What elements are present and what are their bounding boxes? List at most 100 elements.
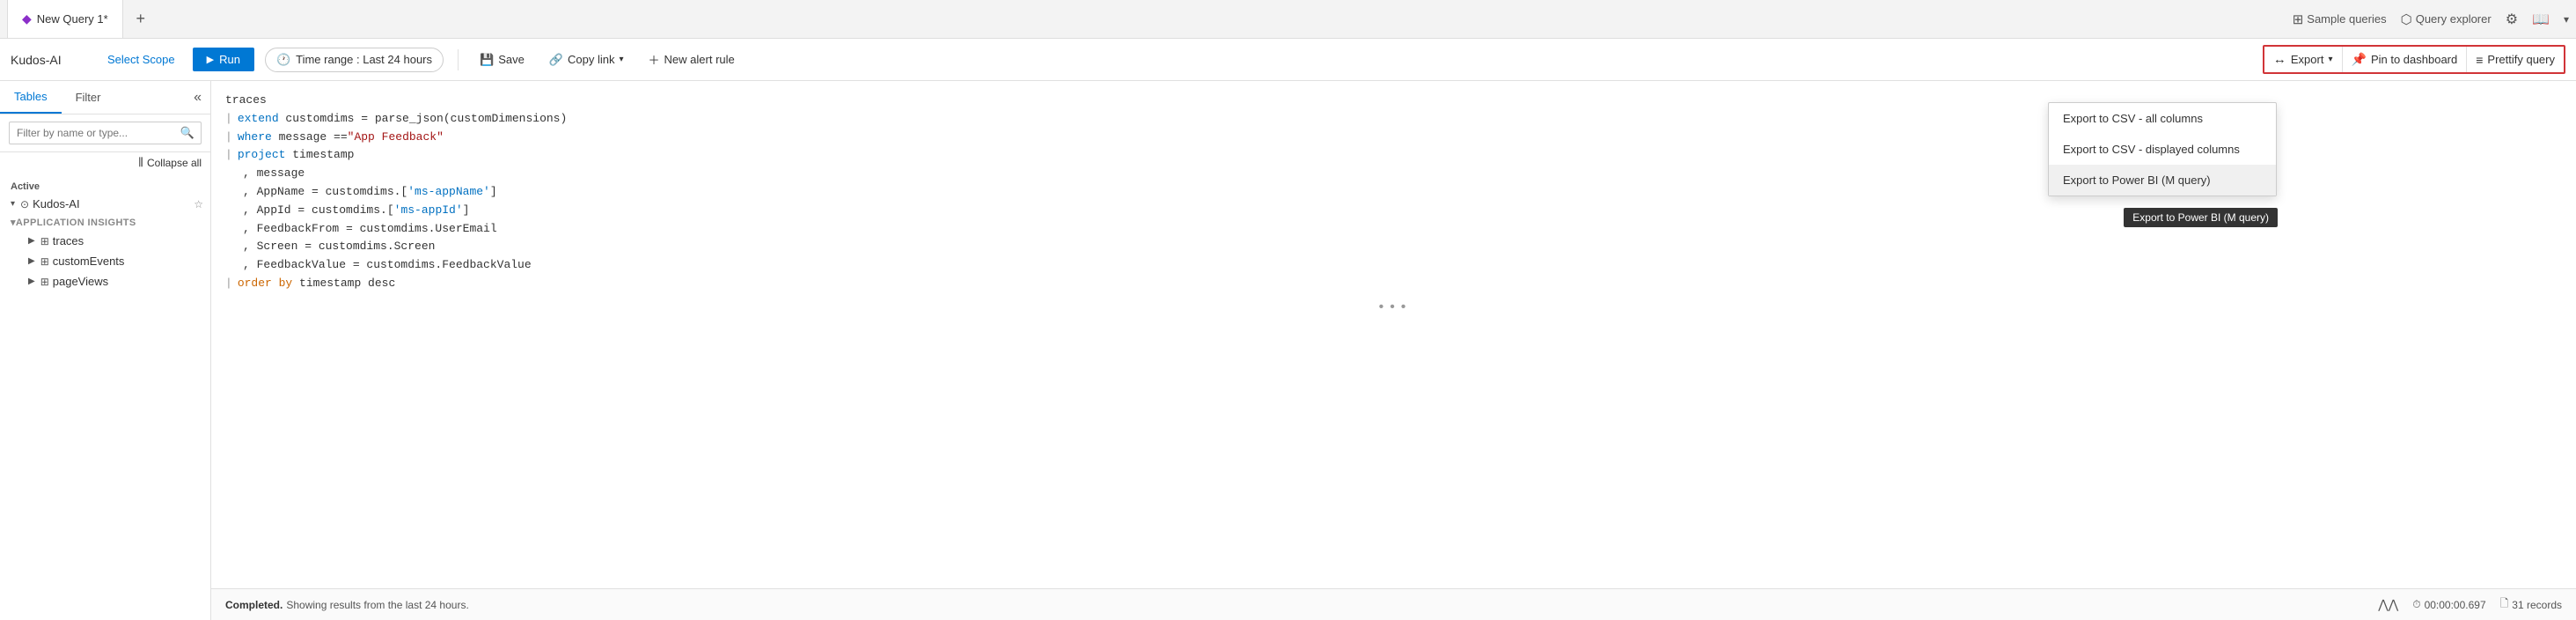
- copy-link-label: Copy link: [568, 53, 614, 66]
- copy-link-chevron-icon: ▾: [620, 55, 624, 64]
- pipe-icon: |: [225, 275, 232, 293]
- active-tab[interactable]: ◆ New Query 1*: [7, 0, 123, 38]
- code-token: "App Feedback": [348, 129, 444, 147]
- pipe-icon: |: [225, 129, 232, 147]
- explorer-icon: ⬡: [2401, 11, 2412, 27]
- workspace-icon: ⊙: [20, 198, 29, 210]
- save-button[interactable]: 💾 Save: [473, 48, 532, 71]
- search-icon: 🔍: [180, 126, 194, 140]
- code-token: , AppId = customdims.[: [243, 202, 394, 220]
- tab-actions: ⊞ Sample queries ⬡ Query explorer ⚙ 📖 ▾: [2293, 11, 2569, 28]
- workspace-chevron-icon: ▾: [11, 199, 15, 209]
- select-scope-button[interactable]: Select Scope: [100, 49, 182, 70]
- sidebar-item-pageviews[interactable]: ▶ ⊞ pageViews: [0, 271, 210, 292]
- sidebar-tabs: Tables Filter «: [0, 81, 210, 114]
- export-csv-all-button[interactable]: Export to CSV - all columns: [2049, 103, 2276, 134]
- star-icon[interactable]: ☆: [194, 198, 203, 210]
- workspace-name: Kudos-AI: [11, 53, 90, 67]
- code-token: 'ms-appId': [394, 202, 463, 220]
- run-label: Run: [219, 53, 240, 66]
- time-value: 00:00:00.697: [2425, 599, 2486, 611]
- export-button[interactable]: ↔ Export ▾: [2264, 47, 2343, 72]
- status-bar: Completed. Showing results from the last…: [211, 588, 2576, 620]
- separator-1: [458, 49, 459, 70]
- export-csv-displayed-button[interactable]: Export to CSV - displayed columns: [2049, 134, 2276, 165]
- code-token: ]: [463, 202, 470, 220]
- main-layout: Tables Filter « 🔍 ⫼ Collapse all Active …: [0, 81, 2576, 620]
- right-toolbar-section: ↔ Export ▾ 📌 Pin to dashboard ≡ Prettify…: [2263, 45, 2565, 74]
- traces-label: traces: [53, 234, 203, 247]
- code-token: 'ms-appName': [407, 183, 490, 202]
- customevents-label: customEvents: [53, 255, 203, 268]
- sidebar-search-area: 🔍: [0, 114, 210, 152]
- sample-queries-button[interactable]: ⊞ Sample queries: [2293, 11, 2387, 27]
- settings-icon[interactable]: ⚙: [2506, 11, 2518, 28]
- pageviews-chevron-icon: ▶: [28, 277, 35, 286]
- code-token: timestamp desc: [292, 275, 395, 293]
- code-line-11: | order by timestamp desc: [225, 275, 2562, 293]
- editor-area: traces | extend customdims = parse_json(…: [211, 81, 2576, 620]
- code-token: message ==: [272, 129, 348, 147]
- section-label: APPLICATION INSIGHTS: [16, 218, 136, 228]
- status-right: ⋀⋀ ⏱ 00:00:00.697 🗋 31 records: [2378, 595, 2562, 614]
- collapse-sidebar-button[interactable]: «: [185, 83, 210, 113]
- code-token: , Screen = customdims.Screen: [243, 238, 435, 256]
- time-range-button[interactable]: 🕐 Time range : Last 24 hours: [265, 48, 444, 72]
- copy-link-button[interactable]: 🔗 Copy link ▾: [542, 48, 631, 71]
- export-dropdown: Export to CSV - all columns Export to CS…: [2048, 102, 2277, 196]
- table-icon-customevents: ⊞: [40, 255, 49, 268]
- pipe-icon: |: [225, 110, 232, 129]
- sidebar-item-customevents[interactable]: ▶ ⊞ customEvents: [0, 251, 210, 271]
- new-tab-button[interactable]: +: [127, 5, 155, 33]
- export-powerbi-button[interactable]: Export to Power BI (M query): [2049, 165, 2276, 196]
- tab-tables[interactable]: Tables: [0, 81, 62, 114]
- pipe-icon: |: [225, 146, 232, 165]
- prettify-button[interactable]: ≡ Prettify query: [2467, 48, 2564, 72]
- tab-title: New Query 1*: [37, 12, 108, 26]
- pin-to-dashboard-button[interactable]: 📌 Pin to dashboard: [2343, 47, 2468, 72]
- code-token: where: [238, 129, 272, 147]
- new-alert-button[interactable]: ＋ New alert rule: [642, 47, 742, 72]
- prettify-label: Prettify query: [2487, 53, 2555, 66]
- sample-queries-label: Sample queries: [2307, 12, 2386, 26]
- code-token: extend: [238, 110, 279, 129]
- tab-filter[interactable]: Filter: [62, 82, 115, 113]
- status-time: ⏱ 00:00:00.697: [2412, 598, 2485, 611]
- link-icon: 🔗: [549, 53, 563, 67]
- save-label: Save: [498, 53, 525, 66]
- table-icon-pageviews: ⊞: [40, 276, 49, 288]
- save-icon: 💾: [480, 53, 494, 67]
- book-icon[interactable]: 📖: [2532, 11, 2550, 28]
- export-group: ↔ Export ▾ 📌 Pin to dashboard ≡ Prettify…: [2263, 45, 2565, 74]
- traces-chevron-icon: ▶: [28, 236, 35, 246]
- status-records: 🗋 31 records: [2500, 595, 2562, 614]
- code-token: , message: [243, 165, 305, 183]
- code-line-9: , Screen = customdims.Screen: [243, 238, 2562, 256]
- table-icon-traces: ⊞: [40, 235, 49, 247]
- run-icon: ▶: [207, 54, 214, 65]
- collapse-all-icon: ⫼: [138, 156, 143, 169]
- export-icon: ↔: [2273, 52, 2286, 67]
- search-input[interactable]: [9, 122, 202, 144]
- clock-icon: 🕐: [276, 53, 290, 67]
- query-explorer-button[interactable]: ⬡ Query explorer: [2401, 11, 2492, 27]
- editor-dots: •••: [225, 293, 2562, 323]
- status-completed-label: Completed.: [225, 599, 283, 611]
- code-token: , FeedbackFrom = customdims.UserEmail: [243, 220, 497, 239]
- new-alert-label: New alert rule: [664, 53, 735, 66]
- pin-label: Pin to dashboard: [2371, 53, 2457, 66]
- code-token: customdims = parse_json(customDimensions…: [279, 110, 568, 129]
- code-token: order by: [238, 275, 292, 293]
- tree-workspace-item[interactable]: ▾ ⊙ Kudos-AI ☆: [0, 194, 210, 214]
- code-token: , FeedbackValue = customdims.FeedbackVal…: [243, 256, 532, 275]
- collapse-results-button[interactable]: ⋀⋀: [2378, 597, 2398, 612]
- run-button[interactable]: ▶ Run: [193, 48, 254, 71]
- code-token: project: [238, 146, 286, 165]
- tab-pin-icon: ◆: [22, 11, 32, 26]
- sidebar-tree: Active ▾ ⊙ Kudos-AI ☆ ▾ APPLICATION INSI…: [0, 173, 210, 620]
- sidebar-item-traces[interactable]: ▶ ⊞ traces: [0, 231, 210, 251]
- clock-icon-status: ⏱: [2412, 598, 2420, 611]
- export-powerbi-tooltip: Export to Power BI (M query): [2124, 208, 2278, 227]
- collapse-all-button[interactable]: ⫼ Collapse all: [0, 152, 210, 173]
- overflow-chevron-icon[interactable]: ▾: [2564, 13, 2569, 26]
